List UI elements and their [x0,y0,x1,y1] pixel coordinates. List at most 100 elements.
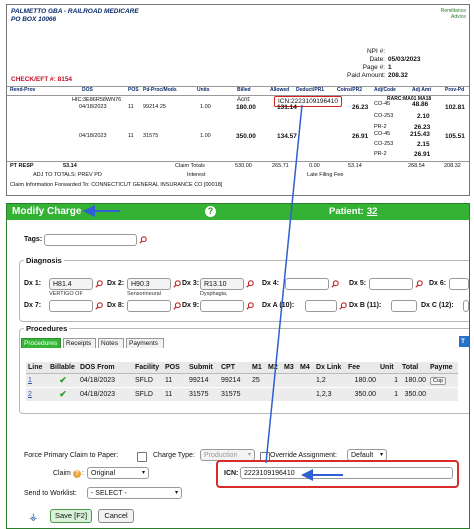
search-icon[interactable] [415,280,423,288]
cell-pos: 11 [163,387,187,401]
dx4-input[interactable] [285,278,329,290]
col-m4[interactable]: M4 [298,362,314,374]
tab-procedures[interactable]: Procedures [21,338,61,348]
dx5-input[interactable] [369,278,413,290]
dx2-input[interactable]: H90.3 [127,278,171,290]
collapsed-side-tab[interactable]: T [459,336,469,347]
search-icon[interactable] [95,280,103,288]
claim-colon: : [82,470,84,477]
help-icon[interactable]: ? [205,206,216,217]
cell-payment [428,387,458,401]
col-m2[interactable]: M2 [266,362,282,374]
col-dx-link[interactable]: Dx Link [314,362,346,374]
search-icon[interactable] [246,302,254,310]
claim-total-deduct: 0.00 [309,163,320,169]
page-value: 1 [388,64,392,71]
patient-link[interactable]: 32 [367,206,378,217]
send-to-worklist-label: Send to Worklist: [24,490,77,497]
remit-adj-amt: 215.43 [410,131,430,138]
dx2-label: Dx 2: [107,280,125,287]
col-dos-from[interactable]: DOS From [78,362,133,374]
col-pos[interactable]: POS [163,362,187,374]
tab-receipts[interactable]: Receipts [63,338,96,348]
col-units: Units [197,87,210,93]
override-assignment-label: Override Assignment: [270,452,337,459]
col-dos: DOS [82,87,93,93]
icn-input[interactable]: 2223109196410 [240,467,453,479]
remit-summary: NPI #: Date: 05/03/2023 Page #: 1 Paid Amo… [347,48,421,80]
cell-unit: 1 [378,387,400,401]
force-primary-checkbox[interactable] [137,452,147,462]
col-allowed: Allowed [270,87,290,93]
search-icon[interactable] [173,280,181,288]
cancel-button[interactable]: Cancel [98,509,134,523]
worklist-select[interactable]: - SELECT - ▾ [87,487,182,499]
col-fee[interactable]: Fee [346,362,378,374]
col-deduct: Deduct/PR1 [296,87,325,93]
remit-line-coins: 26.91 [352,133,369,140]
copay-button[interactable]: Cop [430,376,447,385]
dx3-input[interactable]: R13.10 [200,278,244,290]
col-line[interactable]: Line [26,362,48,374]
col-facility[interactable]: Facility [133,362,163,374]
search-icon[interactable] [339,302,347,310]
npi-label: NPI #: [366,48,385,55]
col-prov-pd: Prov-Pd [445,87,465,93]
search-icon[interactable] [95,302,103,310]
dx7-input[interactable] [49,300,93,312]
cell-fee: 350.00 [346,387,378,401]
table-row[interactable]: 1 ✔ 04/18/2023 SFLD 11 99214 99214 25 1,… [26,373,458,388]
search-icon[interactable] [246,280,254,288]
remit-adj-code: CO-45 [374,101,391,107]
col-payment[interactable]: Payme [428,362,458,374]
col-m1[interactable]: M1 [250,362,266,374]
remit-adj-code: CO-45 [374,131,391,137]
late-filing-label: Late Filing Fee [307,172,344,178]
search-icon[interactable] [139,236,147,244]
col-total[interactable]: Total [400,362,428,374]
col-submit[interactable]: Submit [187,362,219,374]
table-row[interactable]: 2 ✔ 04/18/2023 SFLD 11 31575 31575 1,2,3… [26,387,458,401]
claim-total-coins: 53.14 [348,163,362,169]
dx11-input[interactable] [391,300,417,312]
dx1-description: VERTIGO OF [49,291,83,297]
dx2-description: Sensorineural [127,291,161,297]
remit-adj-amt: 2.10 [417,113,430,120]
remit-line-proc: 99214 25 [143,104,166,110]
col-m3[interactable]: M3 [282,362,298,374]
dx12-input[interactable] [463,300,469,312]
col-billable[interactable]: Billable [48,362,78,374]
cell-dos: 04/18/2023 [78,373,133,388]
window-title: Modify Charge [12,206,82,217]
dx10-input[interactable] [305,300,337,312]
dx8-input[interactable] [127,300,171,312]
remit-line-dos: 04/18/2023 [79,133,107,139]
cell-pos: 11 [163,373,187,388]
claim-select[interactable]: Original ▾ [87,467,149,479]
remit-adj-code: PR-2 [374,151,387,157]
col-cpt[interactable]: CPT [219,362,250,374]
charge-type-label: Charge Type: [153,452,195,459]
dx1-input[interactable]: H81.4 [49,278,93,290]
dx9-input[interactable] [200,300,244,312]
line-link[interactable]: 2 [28,391,32,398]
col-pos: POS [128,87,139,93]
search-icon[interactable] [173,302,181,310]
cell-unit: 1 [378,373,400,388]
search-icon[interactable] [331,280,339,288]
payer-block: PALMETTO GBA - RAILROAD MEDICARE PO BOX … [11,8,139,24]
dx6-input[interactable] [449,278,469,290]
save-button[interactable]: Save [F2] [50,509,92,523]
tab-payments[interactable]: Payments [126,338,164,348]
remit-adj-code: CO-253 [374,113,394,119]
remit-adj-code: PR-2 [374,124,387,130]
col-unit[interactable]: Unit [378,362,400,374]
claim-total-adj: 268.54 [408,163,425,169]
cell-m1 [250,387,266,401]
info-icon[interactable]: ? [73,470,81,478]
page-label: Page #: [362,64,385,71]
line-link[interactable]: 1 [28,377,32,384]
remit-line-allowed: 134.57 [277,133,297,140]
tags-input[interactable] [44,234,137,246]
tab-notes[interactable]: Notes [98,338,124,348]
